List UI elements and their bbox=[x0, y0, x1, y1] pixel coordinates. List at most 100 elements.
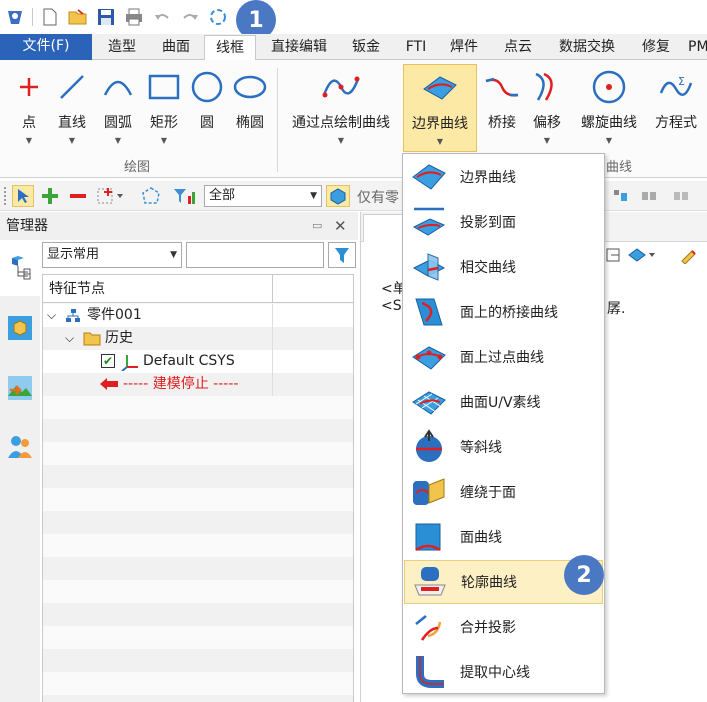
menu-item-extract-centerline[interactable]: 提取中心线 bbox=[404, 650, 603, 694]
tab-modeling[interactable]: 造型 bbox=[100, 35, 144, 60]
tab-repair[interactable]: 修复 bbox=[634, 35, 678, 60]
ellipse-button[interactable]: 椭圆 bbox=[230, 64, 270, 156]
menu-item-project-to-face[interactable]: 投影到面 bbox=[404, 200, 603, 244]
svg-text:Σ: Σ bbox=[678, 75, 685, 88]
rectangle-button[interactable]: 矩形 ▼ bbox=[144, 64, 184, 156]
tab-surface[interactable]: 曲面 bbox=[154, 35, 198, 60]
toolbar-tool-icon[interactable] bbox=[673, 189, 689, 207]
tab-fti[interactable]: FTI bbox=[398, 35, 434, 60]
dropdown-arrow-icon: ▼ bbox=[25, 136, 33, 145]
menu-item-curve-through-points-on-face[interactable]: 面上过点曲线 bbox=[404, 335, 603, 379]
feature-search-input[interactable] bbox=[186, 242, 324, 268]
circle-button[interactable]: 圆 bbox=[188, 64, 226, 156]
project-to-face-icon bbox=[404, 200, 454, 244]
tab-point-cloud[interactable]: 点云 bbox=[496, 35, 540, 60]
combined-projection-icon bbox=[404, 605, 454, 649]
tree-row-part[interactable]: ⌵ 零件001 bbox=[43, 304, 353, 327]
view-style-icon[interactable] bbox=[627, 246, 657, 268]
circle-label: 圆 bbox=[200, 115, 214, 131]
part-name: 零件001 bbox=[87, 307, 142, 323]
tab-data-exchange[interactable]: 数据交换 bbox=[552, 35, 622, 60]
toolbar-tool-icon[interactable] bbox=[641, 189, 657, 207]
dropdown-arrow-icon: ▼ bbox=[68, 136, 76, 145]
document-tab[interactable] bbox=[363, 214, 405, 242]
history-tab[interactable] bbox=[0, 240, 40, 296]
menu-item-bridge-on-face[interactable]: 面上的桥接曲线 bbox=[404, 290, 603, 334]
print-icon[interactable] bbox=[123, 6, 145, 28]
select-cursor-icon[interactable] bbox=[12, 185, 34, 207]
tab-sheet-metal[interactable]: 钣金 bbox=[346, 35, 386, 60]
grip-handle[interactable] bbox=[4, 187, 6, 205]
app-logo-icon[interactable] bbox=[4, 6, 26, 28]
save-icon[interactable] bbox=[95, 6, 117, 28]
undo-icon[interactable] bbox=[151, 6, 173, 28]
doc-message-line-2-tail: 孱. bbox=[607, 301, 626, 317]
equation-button[interactable]: Σ 方程式 bbox=[650, 64, 702, 156]
users-icon[interactable] bbox=[4, 430, 36, 462]
display-mode-value: 显示常用 bbox=[47, 247, 100, 262]
bridge-button[interactable]: 桥接 bbox=[482, 64, 522, 156]
modeling-stop-label: ----- 建模停止 ----- bbox=[123, 376, 239, 392]
menu-item-label: 合并投影 bbox=[460, 620, 516, 636]
tab-pm[interactable]: PM bbox=[688, 35, 707, 60]
part-filter-icon[interactable] bbox=[326, 185, 350, 207]
image-view-icon[interactable] bbox=[4, 372, 36, 404]
tree-row-csys[interactable]: ✔ Default CSYS bbox=[43, 350, 353, 373]
view-tool-icon[interactable] bbox=[605, 246, 623, 268]
menu-item-combined-projection[interactable]: 合并投影 bbox=[404, 605, 603, 649]
menu-item-face-curve[interactable]: 面曲线 bbox=[404, 515, 603, 559]
curve-through-points-label: 通过点绘制曲线 bbox=[292, 115, 390, 131]
pencil-icon[interactable] bbox=[679, 246, 697, 268]
menu-item-label: 边界曲线 bbox=[460, 170, 516, 186]
tab-file[interactable]: 文件(F) bbox=[0, 34, 92, 60]
menu-item-intersection-curve[interactable]: 相交曲线 bbox=[404, 245, 603, 289]
close-icon[interactable]: ✕ bbox=[334, 212, 347, 240]
tab-weldment[interactable]: 焊件 bbox=[444, 35, 484, 60]
only-parts-label: 仅有零 bbox=[357, 190, 399, 206]
filter-color-icon[interactable] bbox=[172, 186, 198, 210]
redo-icon[interactable] bbox=[179, 6, 201, 28]
pick-filter-icon[interactable] bbox=[96, 186, 124, 210]
secondary-column-header[interactable] bbox=[273, 275, 353, 303]
open-folder-icon[interactable] bbox=[67, 6, 89, 28]
chevron-down-icon[interactable]: ⌵ bbox=[47, 304, 56, 327]
filter-funnel-icon[interactable] bbox=[328, 242, 356, 268]
toolbar-tool-icon[interactable] bbox=[613, 189, 629, 207]
chevron-down-icon[interactable]: ⌵ bbox=[65, 327, 74, 350]
chevron-down-icon: ▼ bbox=[170, 250, 177, 260]
tab-wireframe[interactable]: 线框 bbox=[204, 35, 256, 61]
line-button[interactable]: 直线 ▼ bbox=[52, 64, 92, 156]
remove-icon[interactable] bbox=[68, 186, 88, 210]
menu-item-boundary-curve[interactable]: 边界曲线 bbox=[404, 155, 603, 199]
regenerate-icon[interactable] bbox=[207, 6, 229, 28]
point-button[interactable]: 点 ▼ bbox=[10, 64, 48, 156]
display-mode-select[interactable]: 显示常用 ▼ bbox=[42, 242, 182, 268]
dropdown-arrow-icon: ▼ bbox=[160, 136, 168, 145]
visibility-checkbox[interactable]: ✔ bbox=[101, 354, 115, 368]
part-view-icon[interactable] bbox=[4, 312, 36, 344]
tree-row-history[interactable]: ⌵ 历史 bbox=[43, 327, 353, 350]
helix-curve-button[interactable]: 螺旋曲线 ▼ bbox=[573, 64, 645, 156]
add-icon[interactable] bbox=[40, 186, 60, 210]
menu-item-isocline[interactable]: 等斜线 bbox=[404, 425, 603, 469]
manager-side-tabs bbox=[0, 240, 40, 702]
tab-direct-edit[interactable]: 直接编辑 bbox=[264, 35, 334, 60]
curve-through-points-button[interactable]: 通过点绘制曲线 ▼ bbox=[285, 64, 397, 156]
manager-filter-row: 显示常用 ▼ bbox=[40, 240, 358, 272]
menu-item-surface-uv-lines[interactable]: 曲面U/V素线 bbox=[404, 380, 603, 424]
menu-item-label: 面曲线 bbox=[460, 530, 502, 546]
lasso-icon[interactable] bbox=[140, 186, 162, 210]
equation-icon: Σ bbox=[650, 64, 702, 110]
boundary-curve-button[interactable]: 边界曲线 ▼ bbox=[403, 64, 477, 152]
menu-item-wrap-to-face[interactable]: 缠绕于面 bbox=[404, 470, 603, 514]
arc-button[interactable]: 圆弧 ▼ bbox=[98, 64, 138, 156]
offset-button[interactable]: 偏移 ▼ bbox=[527, 64, 567, 156]
ribbon-tab-bar: 文件(F) 造型 曲面 线框 直接编辑 钣金 FTI 焊件 点云 数据交换 修复… bbox=[0, 34, 707, 61]
new-file-icon[interactable] bbox=[39, 6, 61, 28]
entity-filter-select[interactable]: 全部 ▼ bbox=[204, 185, 322, 207]
restore-icon[interactable]: ▭ bbox=[312, 212, 322, 240]
entity-filter-value: 全部 bbox=[209, 188, 236, 203]
feature-node-column-header[interactable]: 特征节点 bbox=[43, 275, 273, 303]
tree-row-stop-marker[interactable]: ----- 建模停止 ----- bbox=[43, 373, 353, 396]
rectangle-icon bbox=[144, 64, 184, 110]
